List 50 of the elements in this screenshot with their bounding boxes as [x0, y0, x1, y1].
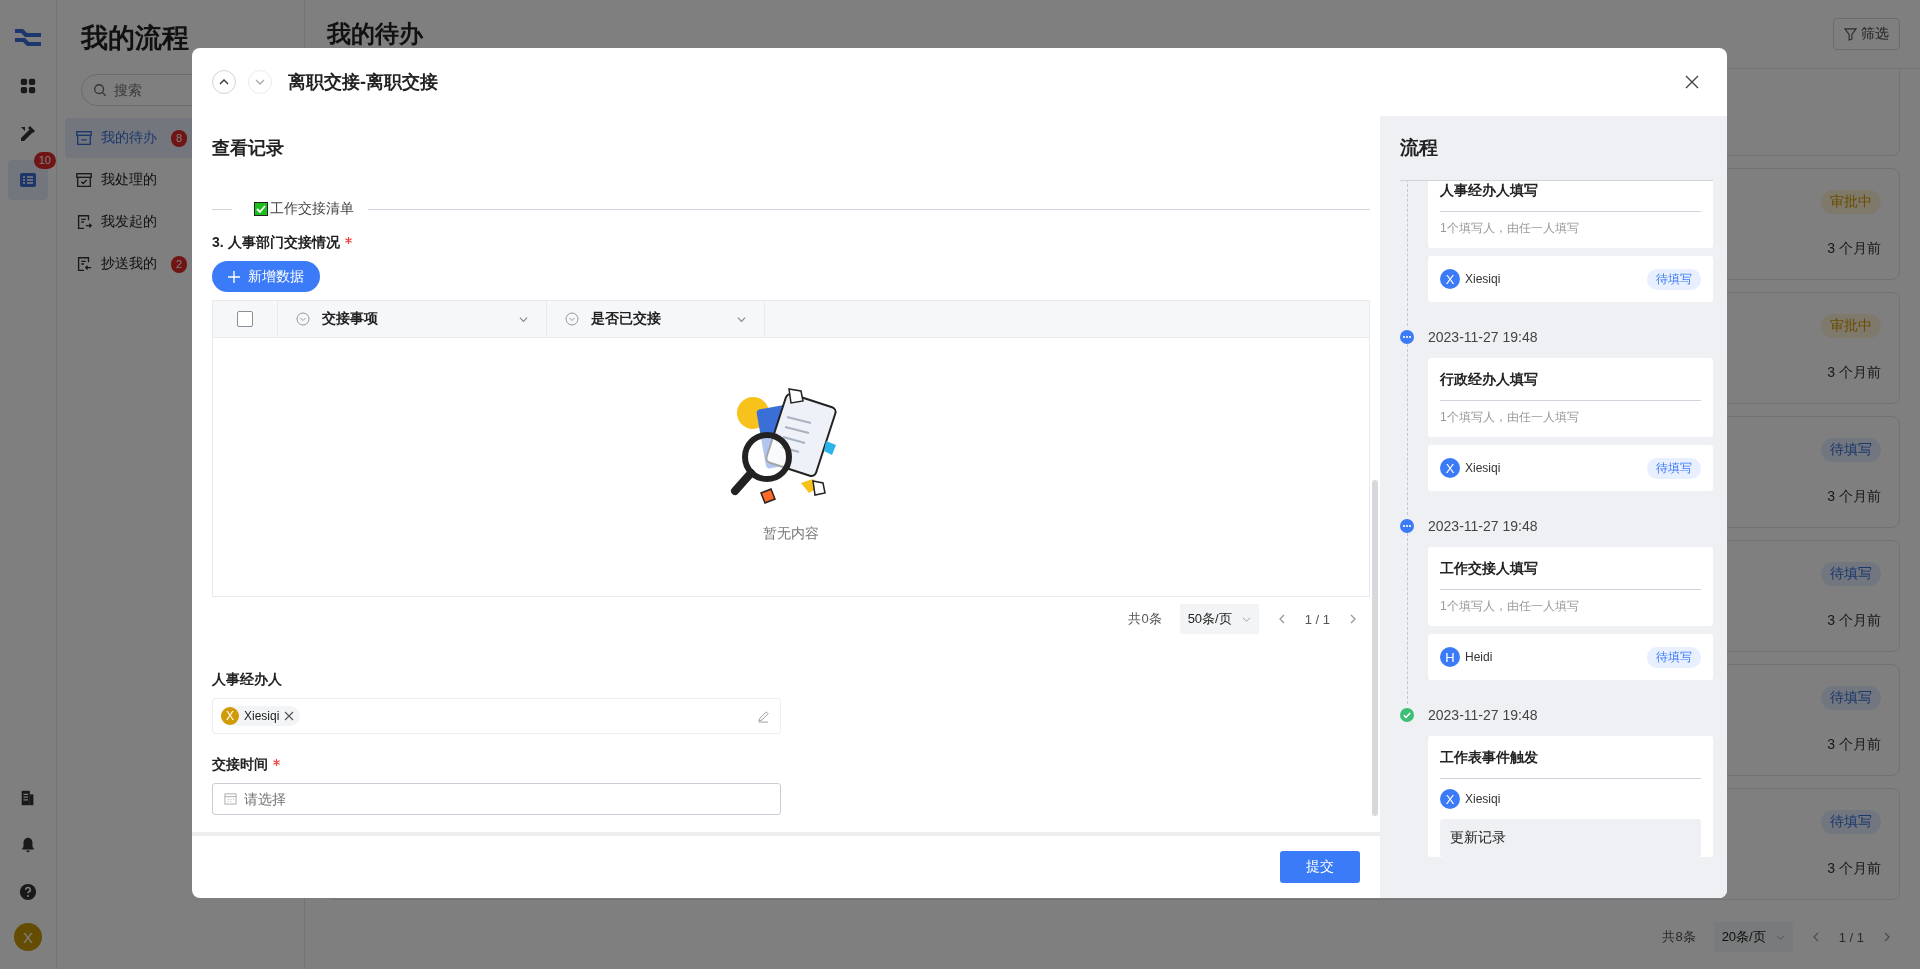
field-label: 交接时间	[212, 756, 268, 774]
time-text: 3 个月前	[1827, 364, 1881, 382]
status-tag: 待填写	[1821, 810, 1881, 834]
panel-title: 流程	[1400, 136, 1439, 160]
assignee-name: Xiesiqi	[1465, 461, 1501, 475]
time-text: 3 个月前	[1827, 860, 1881, 878]
time-text: 3 个月前	[1827, 488, 1881, 506]
total-count: 共8条	[1662, 928, 1696, 946]
assignee-name: Xiesiqi	[1465, 272, 1501, 286]
count-badge: 10	[33, 152, 56, 169]
user-avatar: X	[1440, 789, 1460, 809]
status-tag: 待填写	[1647, 268, 1701, 290]
step-title: 人事经办人填写	[1440, 181, 1701, 212]
step-time: 2023-11-27 19:48	[1428, 328, 1539, 347]
time-text: 3 个月前	[1827, 612, 1881, 630]
step-title: 工作交接人填写	[1440, 547, 1701, 590]
page-title: 我的待办	[327, 19, 423, 49]
page-indicator: 1 / 1	[1304, 611, 1330, 627]
field-label: 人事经办人	[212, 671, 282, 689]
user-avatar: H	[1440, 647, 1460, 667]
step-note: 1个填写人，由任一人填写	[1440, 409, 1580, 426]
count-badge: 8	[171, 129, 188, 147]
step-title: 工作表事件触发	[1440, 736, 1701, 779]
step-title: 行政经办人填写	[1440, 358, 1701, 401]
total-count: 共0条	[1128, 610, 1162, 628]
step-time: 2023-11-27 19:48	[1428, 706, 1539, 725]
empty-state-text: 暂无内容	[763, 525, 819, 543]
page-indicator: 1 / 1	[1838, 929, 1864, 945]
status-tag: 审批中	[1821, 190, 1881, 214]
record-entry: 更新记录	[1440, 819, 1701, 857]
user-avatar: X	[1440, 269, 1460, 289]
sidebar-title: 我的流程	[79, 22, 190, 55]
count-badge: 2	[171, 255, 188, 273]
status-tag: 待填写	[1821, 686, 1881, 710]
time-text: 3 个月前	[1827, 240, 1881, 258]
time-text: 3 个月前	[1827, 736, 1881, 754]
status-tag: 审批中	[1821, 314, 1881, 338]
assignee-name: Heidi	[1465, 650, 1493, 664]
status-tag: 待填写	[1647, 646, 1701, 668]
step-note: 1个填写人，由任一人填写	[1440, 598, 1580, 615]
assignee-name: Xiesiqi	[1465, 792, 1501, 806]
status-tag: 待填写	[1821, 562, 1881, 586]
user-avatar: X	[1440, 458, 1460, 478]
group-title: 工作交接清单	[270, 200, 354, 218]
dialog-title: 离职交接-离职交接	[288, 71, 439, 94]
status-tag: 待填写	[1647, 457, 1701, 479]
step-note: 1个填写人，由任一人填写	[1440, 220, 1580, 237]
field-label: 3. 人事部门交接情况	[212, 234, 340, 252]
step-time: 2023-11-27 19:48	[1428, 517, 1539, 536]
status-tag: 待填写	[1821, 438, 1881, 462]
